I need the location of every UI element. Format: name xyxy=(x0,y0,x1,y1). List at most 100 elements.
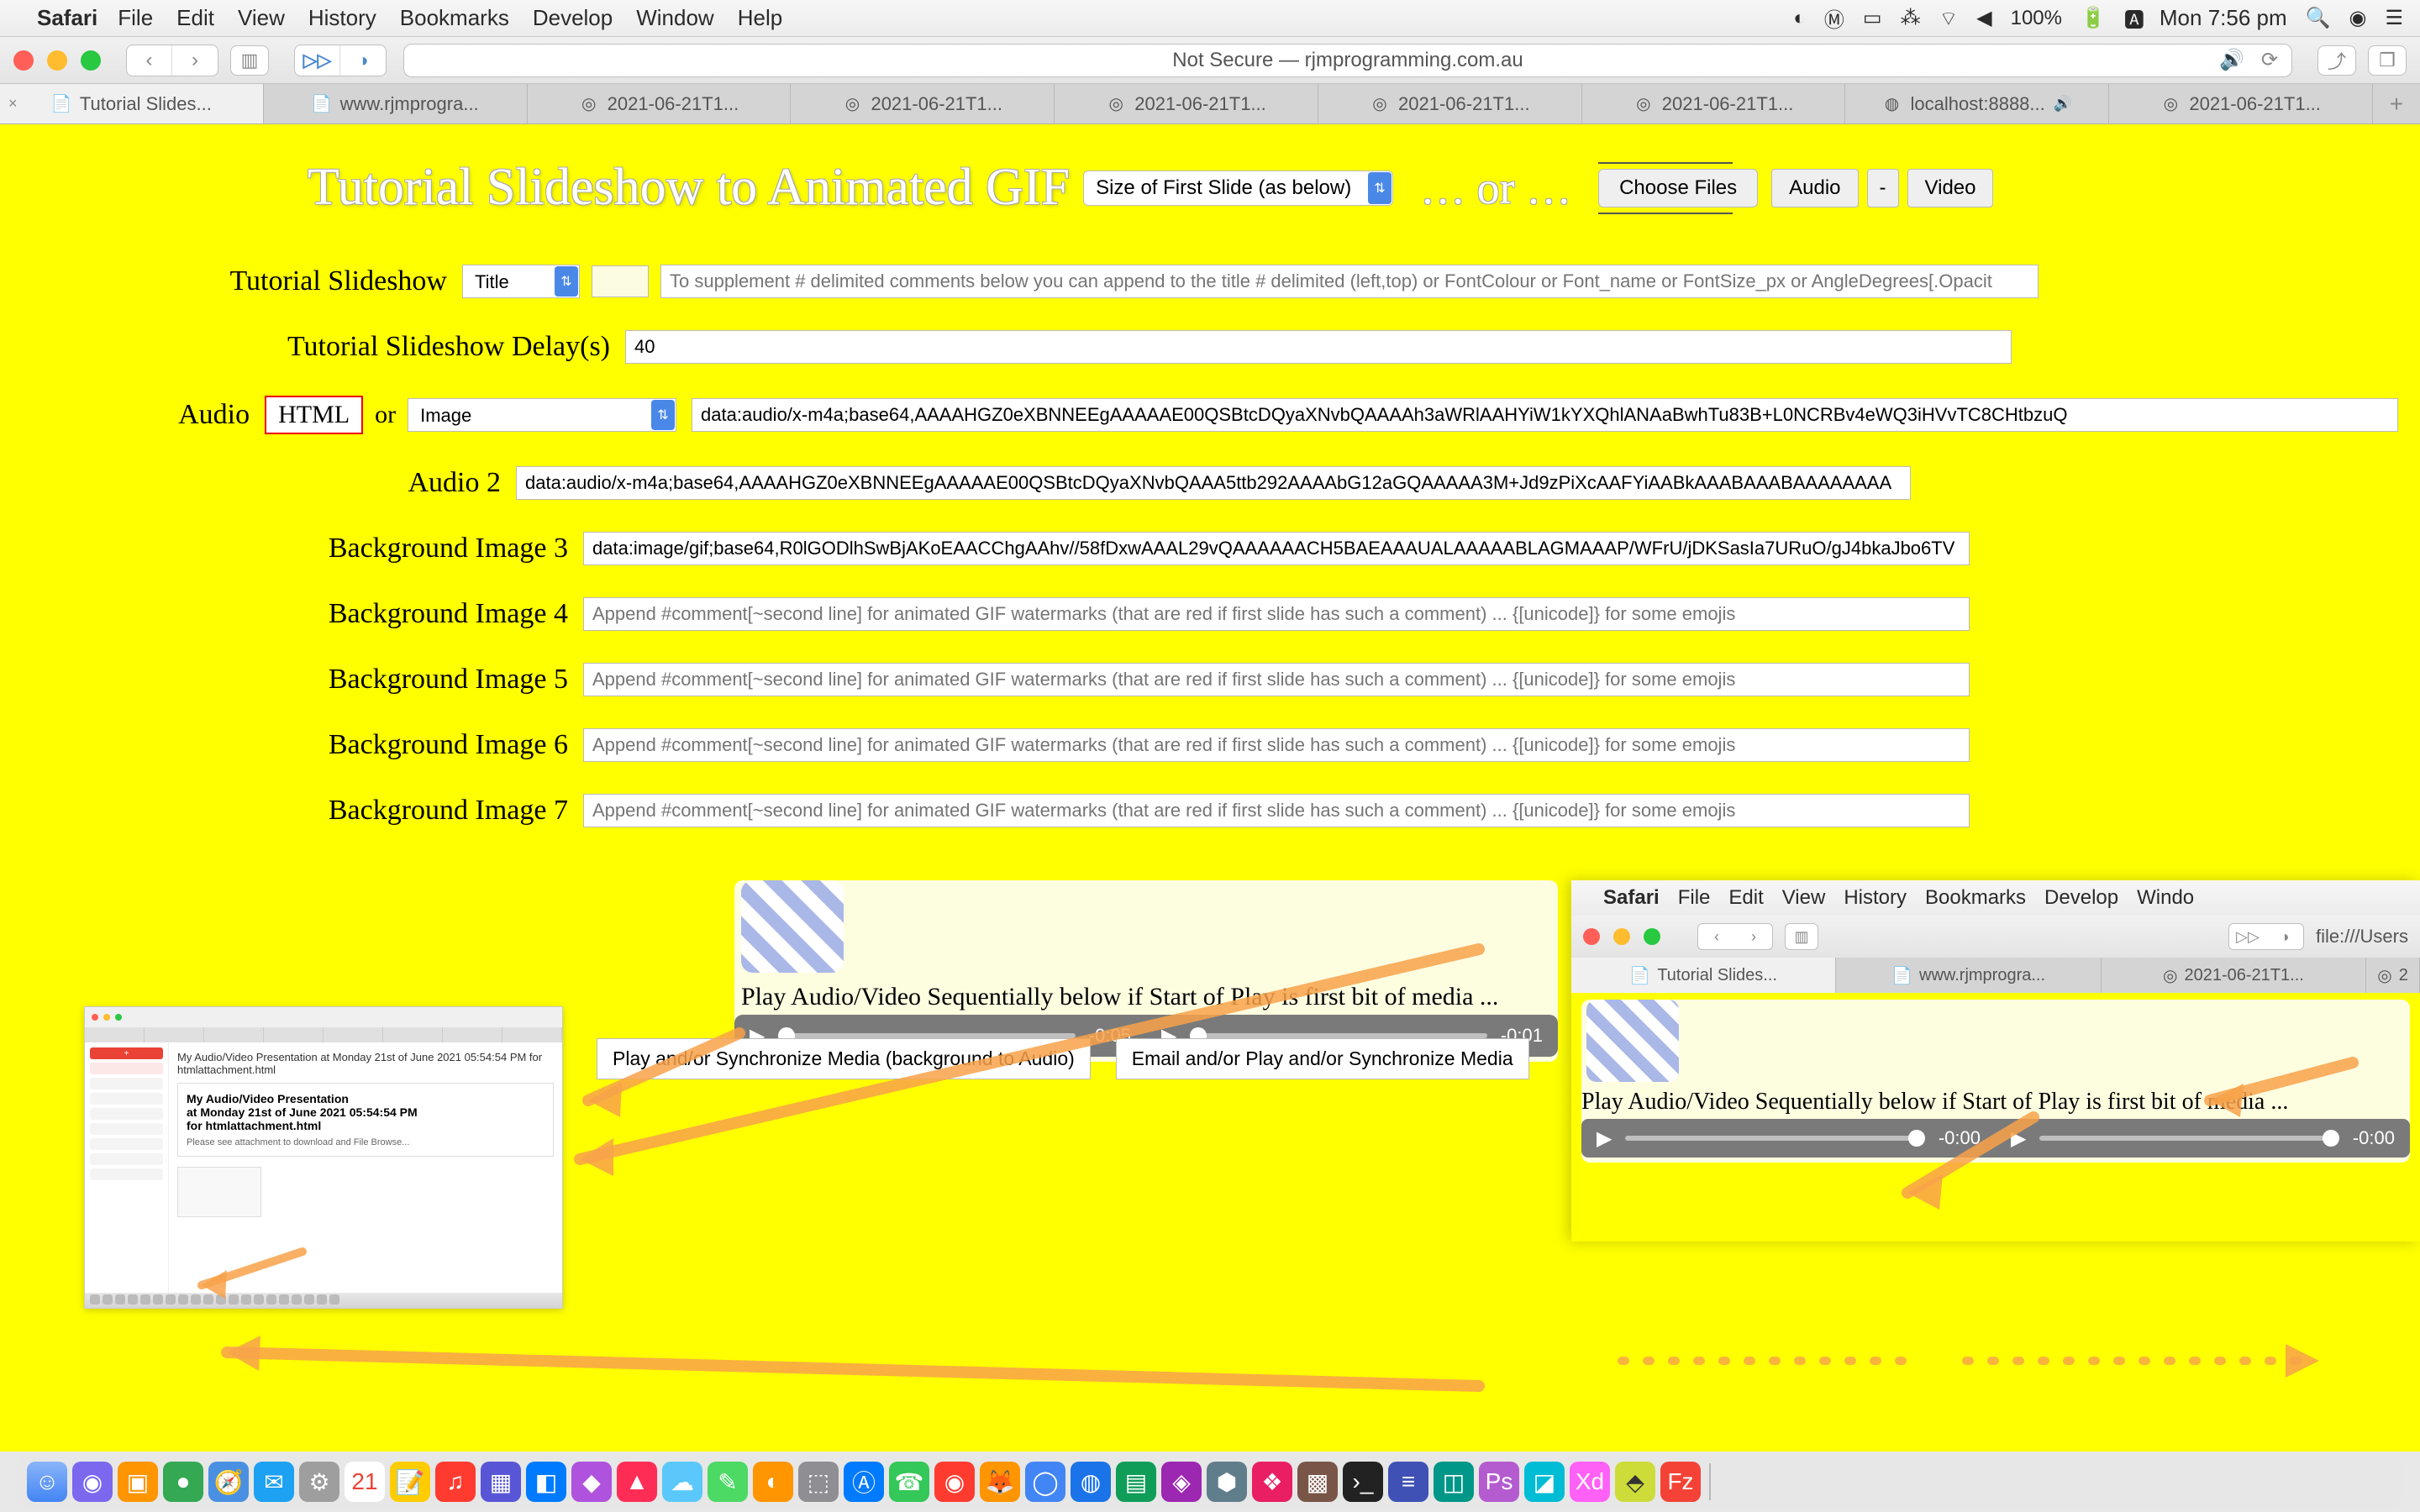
wifi-icon[interactable]: ⌔ xyxy=(1939,6,1959,31)
back-icon[interactable]: ‹ xyxy=(127,45,172,76)
back-icon[interactable]: ‹ xyxy=(1698,924,1735,949)
app-icon[interactable]: ◧ xyxy=(526,1462,566,1502)
image-select[interactable]: Image xyxy=(408,398,676,432)
app-icon[interactable]: ▲ xyxy=(617,1462,657,1502)
mail-icon[interactable]: ✉ xyxy=(254,1462,294,1502)
new-tab-button[interactable]: + xyxy=(2373,84,2420,123)
size-select[interactable]: Size of First Slide (as below) xyxy=(1083,171,1393,206)
bg5-input[interactable] xyxy=(583,663,1970,696)
app-icon[interactable]: ☁ xyxy=(662,1462,702,1502)
notes-icon[interactable]: 📝 xyxy=(390,1462,430,1502)
chrome-icon[interactable]: ◯ xyxy=(1025,1462,1065,1502)
control-center-icon[interactable]: ☰ xyxy=(2385,6,2403,30)
title-select[interactable]: Title xyxy=(462,265,580,298)
minus-button[interactable]: - xyxy=(1867,169,1899,207)
delay-input[interactable] xyxy=(625,330,2012,364)
nested-tab[interactable]: 📄www.rjmprogra... xyxy=(1836,958,2101,993)
sidebar-icon[interactable]: ▥ xyxy=(230,45,269,76)
app-icon[interactable]: ⬘ xyxy=(1615,1462,1655,1502)
app-icon[interactable]: ◈ xyxy=(1161,1462,1202,1502)
menu-develop[interactable]: Develop xyxy=(533,5,613,31)
menu-item[interactable]: File xyxy=(1678,886,1711,910)
app-icon[interactable]: ☎ xyxy=(889,1462,929,1502)
clock[interactable]: Mon 7:56 pm xyxy=(2160,5,2287,31)
reader-sound-icon[interactable]: 🔊 xyxy=(2219,48,2244,72)
app-icon[interactable]: ◐ xyxy=(753,1462,793,1502)
volume-icon[interactable]: ◀ xyxy=(1976,6,1991,30)
menu-view[interactable]: View xyxy=(238,5,285,31)
play-sync-button[interactable]: Play and/or Synchronize Media (backgroun… xyxy=(597,1038,1091,1079)
maximize-icon[interactable] xyxy=(81,50,101,71)
app-name[interactable]: Safari xyxy=(1603,886,1660,910)
audio2-input[interactable] xyxy=(516,466,1911,500)
status-icon[interactable]: Ⓜ xyxy=(1824,3,1844,33)
menu-item[interactable]: Bookmarks xyxy=(1925,886,2026,910)
shield-icon[interactable]: ◑ xyxy=(2266,924,2303,949)
xd-icon[interactable]: Xd xyxy=(1570,1462,1610,1502)
nested-tab[interactable]: 📄Tutorial Slides... xyxy=(1571,958,1836,993)
forward-icon[interactable]: › xyxy=(172,45,218,76)
email-sync-button[interactable]: Email and/or Play and/or Synchronize Med… xyxy=(1116,1038,1529,1079)
menu-bookmarks[interactable]: Bookmarks xyxy=(400,5,509,31)
app-icon[interactable]: ▣ xyxy=(118,1462,158,1502)
appstore-icon[interactable]: Ⓐ xyxy=(844,1462,884,1502)
tab-3[interactable]: ◎2021-06-21T1... xyxy=(791,84,1055,123)
safari-icon[interactable]: 🧭 xyxy=(208,1462,249,1502)
terminal-icon[interactable]: ›_ xyxy=(1343,1462,1383,1502)
app-icon[interactable]: ⚙ xyxy=(299,1462,339,1502)
menu-file[interactable]: File xyxy=(118,5,153,31)
siri-icon[interactable]: ◉ xyxy=(2349,6,2367,30)
menu-item[interactable]: Develop xyxy=(2044,886,2118,910)
app-icon[interactable]: ⬢ xyxy=(1207,1462,1247,1502)
nested-tab[interactable]: ◎2021-06-21T1... xyxy=(2102,958,2366,993)
play-icon[interactable]: ▶ xyxy=(2011,1126,2026,1151)
finder-icon[interactable]: ☺ xyxy=(27,1462,67,1502)
nested-url[interactable]: file:///Users xyxy=(2316,926,2408,948)
app-icon[interactable]: ◍ xyxy=(1071,1462,1111,1502)
maximize-icon[interactable] xyxy=(1644,928,1660,945)
menu-item[interactable]: History xyxy=(1844,886,1907,910)
title-input[interactable] xyxy=(660,265,2039,298)
slider-knob[interactable] xyxy=(2323,1130,2339,1147)
app-icon[interactable]: Ps xyxy=(1479,1462,1519,1502)
minimize-icon[interactable] xyxy=(47,50,67,71)
menubar-app[interactable]: Safari xyxy=(37,5,97,31)
nested-tab[interactable]: ◎2 xyxy=(2366,958,2420,993)
app-icon[interactable]: ▦ xyxy=(481,1462,521,1502)
bg3-input[interactable] xyxy=(583,532,1970,565)
url-field[interactable]: Not Secure — rjmprogramming.com.au 🔊 ⟳ xyxy=(403,44,2292,77)
menu-history[interactable]: History xyxy=(308,5,376,31)
status-icon[interactable]: ◐ xyxy=(1793,7,1806,30)
tab-4[interactable]: ◎2021-06-21T1... xyxy=(1055,84,1318,123)
menu-window[interactable]: Window xyxy=(636,5,713,31)
app-icon[interactable]: Fz xyxy=(1660,1462,1701,1502)
app-icon[interactable]: ❖ xyxy=(1252,1462,1292,1502)
skip-icon[interactable]: ▷▷ xyxy=(2229,924,2266,949)
lang-icon[interactable]: 🅰 xyxy=(2124,3,2144,33)
tab-8[interactable]: ◎2021-06-21T1... xyxy=(2109,84,2373,123)
bluetooth-icon[interactable]: ⁂ xyxy=(1901,6,1921,30)
bg4-input[interactable] xyxy=(583,597,1970,631)
reload-icon[interactable]: ⟳ xyxy=(2261,48,2278,72)
app-icon[interactable]: ● xyxy=(163,1462,203,1502)
tab-5[interactable]: ◎2021-06-21T1... xyxy=(1318,84,1582,123)
app-icon[interactable]: ✎ xyxy=(708,1462,748,1502)
close-tab-icon[interactable]: × xyxy=(8,95,18,113)
track-slider[interactable] xyxy=(1625,1136,1924,1141)
track-slider[interactable] xyxy=(2039,1136,2338,1141)
video-button[interactable]: Video xyxy=(1907,169,1994,207)
app-icon[interactable]: ◆ xyxy=(571,1462,612,1502)
app-icon[interactable]: ◫ xyxy=(1434,1462,1474,1502)
app-icon[interactable]: ≡ xyxy=(1388,1462,1428,1502)
calendar-icon[interactable]: 21 xyxy=(345,1462,385,1502)
tab-7[interactable]: ◍localhost:8888...🔊 xyxy=(1845,84,2109,123)
bg6-input[interactable] xyxy=(583,728,1970,762)
slider-knob[interactable] xyxy=(1908,1130,1925,1147)
app-icon[interactable]: ◉ xyxy=(934,1462,975,1502)
shield-icon[interactable]: ◑ xyxy=(340,45,386,76)
spotlight-icon[interactable]: 🔍 xyxy=(2306,6,2331,30)
firefox-icon[interactable]: 🦊 xyxy=(980,1462,1020,1502)
choose-files-button[interactable]: Choose Files xyxy=(1598,169,1758,207)
close-icon[interactable] xyxy=(13,50,34,71)
app-icon[interactable]: ⬚ xyxy=(798,1462,839,1502)
